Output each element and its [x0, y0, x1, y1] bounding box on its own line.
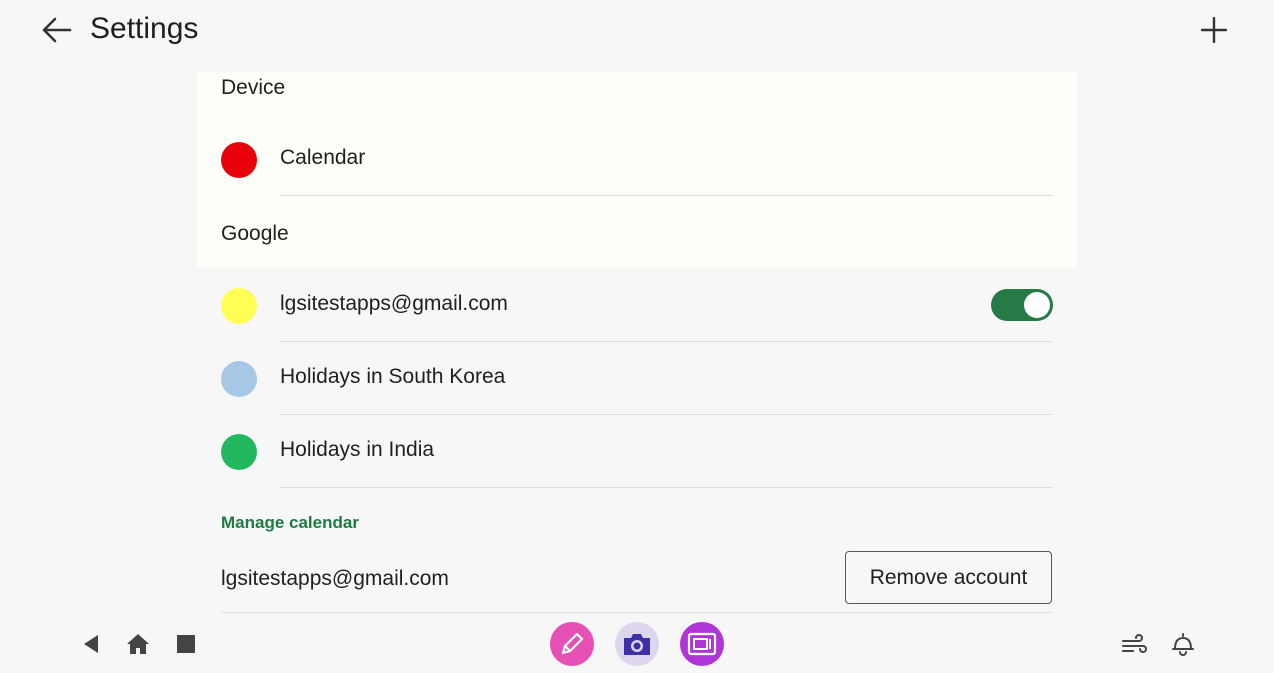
row-divider — [280, 487, 1052, 488]
app-bar: Settings — [0, 0, 1274, 60]
device-section-header: Device — [221, 76, 286, 99]
account-email: lgsitestapps@gmail.com — [221, 567, 449, 590]
plus-icon — [1201, 17, 1227, 43]
system-navigation-bar — [0, 615, 1274, 673]
notification-button[interactable] — [1166, 627, 1200, 661]
calendar-row-holidays-india[interactable]: Holidays in India — [197, 416, 1077, 488]
google-section-header: Google — [221, 222, 289, 245]
calendar-color-dot — [221, 434, 257, 470]
toggle-knob — [1024, 292, 1050, 318]
calendar-row-device[interactable]: Calendar — [197, 124, 1077, 196]
nav-home-button[interactable] — [121, 627, 155, 661]
camera-app-button[interactable] — [615, 622, 659, 666]
calendar-row-label: Holidays in South Korea — [280, 365, 506, 388]
row-divider — [280, 414, 1052, 415]
add-button[interactable] — [1194, 10, 1234, 50]
home-icon — [127, 634, 149, 654]
row-divider — [280, 195, 1052, 196]
notification-bell-icon — [1172, 633, 1194, 656]
recents-square-icon — [177, 635, 195, 653]
wind-icon — [1122, 634, 1147, 653]
calendar-row-holidays-south-korea[interactable]: Holidays in South Korea — [197, 343, 1077, 415]
remove-account-button[interactable]: Remove account — [845, 551, 1052, 604]
wind-button[interactable] — [1118, 627, 1152, 661]
calendar-row-google-account[interactable]: lgsitestapps@gmail.com — [197, 270, 1077, 342]
calendar-row-label: Holidays in India — [280, 438, 435, 461]
row-divider — [280, 341, 1052, 342]
calendar-color-dot — [221, 288, 257, 324]
calendar-row-label: Calendar — [280, 146, 366, 169]
camera-app-icon — [624, 634, 650, 655]
row-divider — [221, 612, 1052, 613]
calendar-sync-toggle[interactable] — [991, 289, 1053, 321]
calendar-color-dot — [221, 361, 257, 397]
pen-app-icon — [561, 632, 584, 655]
arrow-left-icon — [42, 17, 72, 43]
nav-recents-button[interactable] — [169, 627, 203, 661]
back-button[interactable] — [36, 12, 76, 48]
calendar-color-dot — [221, 142, 257, 178]
back-triangle-icon — [84, 635, 98, 653]
manage-calendar-title: Manage calendar — [221, 513, 359, 532]
calendar-row-label: lgsitestapps@gmail.com — [280, 292, 508, 315]
screen-capture-app-button[interactable] — [680, 622, 724, 666]
screen-capture-app-icon — [687, 632, 717, 656]
nav-back-button[interactable] — [74, 627, 108, 661]
page-title: Settings — [90, 12, 199, 45]
pen-app-button[interactable] — [550, 622, 594, 666]
